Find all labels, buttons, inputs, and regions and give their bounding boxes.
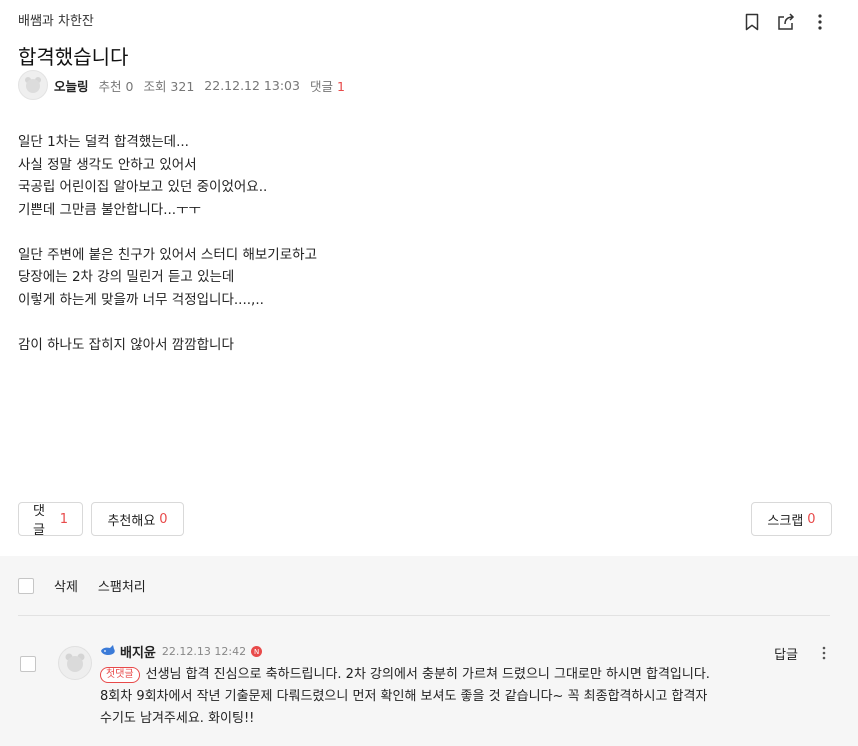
body-line: 일단 주변에 붙은 친구가 있어서 스터디 해보기로하고 — [18, 246, 317, 263]
body-line: 사실 정말 생각도 안하고 있어서 — [18, 156, 197, 173]
new-badge-icon: N — [251, 646, 263, 657]
divider — [18, 615, 830, 616]
body-line: 감이 하나도 잡히지 않아서 깜깜합니다 — [18, 336, 234, 353]
select-all-checkbox[interactable] — [18, 577, 34, 594]
comment-count-label: 댓글 — [309, 78, 333, 94]
comment-text: 선생님 합격 진심으로 축하드립니다. 2차 강의에서 충분히 가르쳐 드렸으니… — [100, 667, 710, 726]
view-count: 조회 321 — [143, 78, 195, 94]
comment-count-value: 1 — [336, 78, 345, 94]
body-line: 기쁜데 그만큼 불안합니다...ㅜㅜ — [18, 201, 201, 218]
delete-button[interactable]: 삭제 — [54, 576, 78, 595]
body-line: 국공립 어린이집 알아보고 있던 중이었어요.. — [18, 179, 268, 195]
profile-default-icon[interactable] — [18, 70, 48, 100]
body-line: 일단 1차는 덜컥 합격했는데... — [18, 134, 189, 150]
post-header: 배쌤과 차한잔 합격했습니다 — [18, 10, 840, 70]
comment-checkbox[interactable] — [20, 656, 36, 672]
board-category[interactable]: 배쌤과 차한잔 — [18, 10, 840, 29]
post-body: 일단 1차는 덜컥 합격했는데... 사실 정말 생각도 안하고 있어서 국공립… — [18, 131, 317, 356]
recommend-count: 추천 0 — [98, 78, 134, 94]
recommend-button[interactable]: 추천해요 0 — [91, 502, 184, 536]
comment-date: 22.12.13 12:42 — [161, 645, 247, 658]
bookmark-icon[interactable] — [742, 12, 762, 32]
comments-section: 삭제 스팸처리 배지윤 22.12.13 12:42 N 첫댓글 선생님 합격 진… — [0, 556, 858, 746]
scrap-button-label: 스크랩 — [767, 513, 804, 529]
post-meta: 오늘링 추천 0 조회 321 22.12.12 13:03 댓글 1 — [18, 70, 355, 100]
body-line — [18, 221, 317, 244]
body-line: 이렇게 하는게 맞을까 너무 걱정입니다....,.. — [18, 291, 264, 308]
comment-body: 첫댓글 선생님 합격 진심으로 축하드립니다. 2차 강의에서 충분히 가르쳐 드… — [100, 664, 720, 730]
share-icon[interactable] — [776, 12, 796, 32]
spam-button[interactable]: 스팸처리 — [98, 576, 146, 595]
post-datetime: 22.12.12 13:03 — [204, 77, 300, 93]
scrap-button-count: 0 — [807, 511, 816, 527]
comment-button-label: 댓글 — [33, 504, 45, 538]
post-author[interactable]: 오늘링 — [54, 76, 89, 95]
recommend-button-label: 추천해요 — [107, 513, 156, 529]
post-toolbar — [742, 12, 830, 32]
comment-count-meta[interactable]: 댓글 1 — [310, 76, 345, 95]
more-vertical-icon[interactable] — [810, 12, 830, 32]
body-line — [18, 311, 317, 334]
post-title: 합격했습니다 — [18, 45, 129, 69]
body-line: 당장에는 2차 강의 밀린거 듣고 있는데 — [18, 269, 235, 285]
more-vertical-icon[interactable] — [822, 646, 826, 664]
comment-toolbar: 삭제 스팸처리 — [18, 576, 146, 595]
comment-button-count: 1 — [59, 511, 68, 527]
scrap-button[interactable]: 스크랩 0 — [751, 502, 832, 536]
comment-header: 배지윤 22.12.13 12:42 N — [100, 642, 263, 661]
first-comment-badge: 첫댓글 — [100, 667, 140, 683]
recommend-button-count: 0 — [159, 511, 168, 527]
comment-button[interactable]: 댓글 1 — [18, 502, 83, 538]
profile-default-icon[interactable] — [58, 646, 92, 680]
reply-button[interactable]: 답글 — [774, 644, 798, 663]
comment-author[interactable]: 배지윤 — [120, 642, 156, 661]
whale-level-icon — [100, 644, 116, 659]
